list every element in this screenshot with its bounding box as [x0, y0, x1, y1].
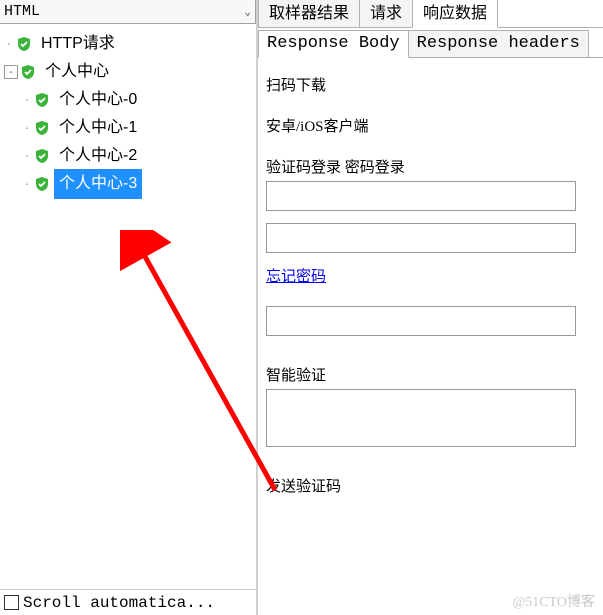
tab-response-data[interactable]: 响应数据 [412, 0, 498, 28]
tab-sampler-result[interactable]: 取样器结果 [258, 0, 360, 27]
tree-item-label: 个人中心 [40, 57, 114, 87]
tree-item-personal-center[interactable]: - 个人中心 [4, 58, 256, 86]
tree-item-personal-center-1[interactable]: ⋅ 个人中心-1 [4, 114, 256, 142]
tree-item-personal-center-0[interactable]: ⋅ 个人中心-0 [4, 86, 256, 114]
tree-item-label: HTTP请求 [36, 29, 120, 59]
response-input-box [266, 181, 576, 211]
tree-connector: ⋅ [22, 114, 32, 142]
response-text: 智能验证 [266, 364, 595, 385]
success-icon [34, 92, 50, 108]
results-tree: ⋅ HTTP请求 - 个人中心 ⋅ 个人中心 [0, 24, 256, 589]
success-icon [34, 120, 50, 136]
sub-tabs: Response Body Response headers [258, 28, 603, 58]
response-input-box [266, 223, 576, 253]
tree-connector: ⋅ [22, 86, 32, 114]
subtab-response-body[interactable]: Response Body [258, 30, 409, 58]
view-mode-dropdown[interactable]: HTML ⌄ [0, 0, 256, 24]
response-body-panel[interactable]: 扫码下载 安卓/iOS客户端 验证码登录 密码登录 忘记密码 智能验证 发送验证… [258, 58, 603, 615]
chevron-down-icon: ⌄ [244, 5, 251, 19]
success-icon [16, 36, 32, 52]
dropdown-label: HTML [4, 3, 40, 20]
tree-item-personal-center-2[interactable]: ⋅ 个人中心-2 [4, 142, 256, 170]
tree-item-http-request[interactable]: ⋅ HTTP请求 [4, 30, 256, 58]
response-text: 扫码下载 [266, 74, 595, 95]
success-icon [34, 176, 50, 192]
scroll-auto-label: Scroll automatica... [23, 594, 215, 612]
tree-item-personal-center-3[interactable]: ⋅ 个人中心-3 [4, 170, 256, 198]
response-text: 安卓/iOS客户端 [266, 115, 595, 136]
success-icon [20, 64, 36, 80]
tree-item-label: 个人中心-2 [54, 141, 142, 171]
response-input-box [266, 389, 576, 447]
forgot-password-link[interactable]: 忘记密码 [266, 269, 326, 285]
watermark: @51CTO博客 [512, 591, 595, 611]
response-input-box [266, 306, 576, 336]
subtab-response-headers[interactable]: Response headers [408, 30, 589, 57]
success-icon [34, 148, 50, 164]
tab-request[interactable]: 请求 [359, 0, 413, 27]
scroll-auto-checkbox-row[interactable]: Scroll automatica... [0, 589, 256, 615]
collapse-icon[interactable]: - [4, 65, 18, 79]
main-tabs: 取样器结果 请求 响应数据 [258, 0, 603, 28]
tree-connector: ⋅ [22, 142, 32, 170]
tree-item-label: 个人中心-3 [54, 169, 142, 199]
tree-item-label: 个人中心-0 [54, 85, 142, 115]
checkbox-unchecked-icon[interactable] [4, 595, 19, 610]
response-text: 发送验证码 [266, 475, 595, 496]
tree-item-label: 个人中心-1 [54, 113, 142, 143]
response-text: 验证码登录 密码登录 [266, 156, 595, 177]
tree-connector: ⋅ [22, 170, 32, 198]
tree-connector: ⋅ [4, 30, 14, 58]
